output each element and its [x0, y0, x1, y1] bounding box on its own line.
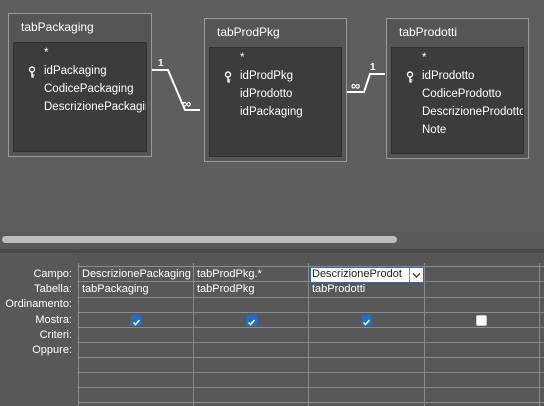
row-label-campo: Campo:	[33, 268, 72, 280]
relation-many-label: ∞	[182, 96, 192, 111]
field-item[interactable]: idProdotto	[392, 68, 523, 86]
primary-key-icon	[224, 71, 232, 83]
tabella-cell[interactable]: tabProdPkg	[197, 283, 307, 295]
grid-line	[78, 312, 544, 313]
field-list: * idProdPkg idProdotto idPackaging	[209, 47, 342, 157]
scrollbar-thumb[interactable]	[2, 236, 397, 243]
checkmark-icon	[247, 319, 256, 326]
chevron-down-icon	[412, 273, 421, 278]
grid-line	[193, 263, 194, 406]
field-item[interactable]: idPackaging	[210, 104, 341, 122]
grid-line	[78, 387, 544, 388]
grid-line	[78, 297, 544, 298]
table-box-tabpackaging[interactable]: tabPackaging * idPackaging CodicePackagi…	[8, 13, 152, 157]
row-label-tabella: Tabella:	[34, 283, 72, 295]
tabella-cell[interactable]: tabProdotti	[312, 283, 422, 295]
mostra-checkbox[interactable]	[361, 315, 372, 326]
campo-input[interactable]: DescrizioneProdot	[312, 268, 408, 280]
horizontal-scrollbar[interactable]	[0, 233, 544, 245]
row-label-criteri: Criteri:	[39, 329, 72, 341]
field-item[interactable]: DescrizionePackaging	[14, 99, 146, 117]
mostra-checkbox[interactable]	[131, 315, 142, 326]
field-item[interactable]: *	[14, 45, 146, 63]
field-item[interactable]: CodicePackaging	[14, 81, 146, 99]
grid-line	[78, 372, 544, 373]
relation-one-label: 1	[158, 58, 164, 69]
grid-line	[539, 263, 540, 406]
checkmark-icon	[132, 319, 141, 326]
row-label-mostra: Mostra:	[35, 314, 72, 326]
tabella-cell[interactable]: tabPackaging	[82, 283, 192, 295]
grid-line	[424, 263, 425, 406]
relation-many-label: ∞	[351, 78, 361, 93]
grid-line	[78, 327, 544, 328]
checkmark-icon	[362, 319, 371, 326]
campo-cell[interactable]: tabProdPkg.*	[197, 268, 307, 280]
field-item[interactable]: *	[392, 50, 523, 68]
campo-cell[interactable]: DescrizionePackaging	[82, 268, 192, 280]
row-label-oppure: Oppure:	[32, 344, 72, 356]
field-list: * idPackaging CodicePackaging Descrizion…	[13, 42, 147, 152]
grid-line	[78, 402, 544, 403]
primary-key-icon	[28, 66, 36, 78]
relation-line-packaging	[150, 69, 200, 111]
query-design-grid: Campo: Tabella: Ordinamento: Mostra: Cri…	[0, 253, 544, 406]
field-item[interactable]: DescrizioneProdotto	[392, 104, 523, 122]
field-item[interactable]: idProdPkg	[210, 68, 341, 86]
table-title: tabProdotti	[399, 25, 458, 39]
query-design-tables-area: 1 ∞ ∞ 1 tabPackaging * idPackaging Codic…	[0, 0, 544, 232]
mostra-checkbox[interactable]	[476, 315, 487, 326]
field-item[interactable]: *	[210, 50, 341, 68]
primary-key-icon	[406, 71, 414, 83]
table-box-tabprodpkg[interactable]: tabProdPkg * idProdPkg idProdotto idPack…	[204, 18, 347, 162]
mostra-checkbox[interactable]	[246, 315, 257, 326]
field-item[interactable]: idPackaging	[14, 63, 146, 81]
field-list: * idProdotto CodiceProdotto DescrizioneP…	[391, 47, 524, 154]
field-item[interactable]: CodiceProdotto	[392, 86, 523, 104]
grid-line	[78, 357, 544, 358]
campo-combobox[interactable]: DescrizioneProdot	[310, 267, 424, 283]
relation-one-label: 1	[370, 62, 376, 73]
dropdown-button[interactable]	[409, 268, 423, 282]
grid-line	[78, 263, 79, 406]
column-selector-bar[interactable]	[78, 253, 544, 263]
grid-line	[308, 263, 309, 406]
grid-line	[78, 342, 544, 343]
table-box-tabprodotti[interactable]: tabProdotti * idProdotto CodiceProdotto …	[386, 18, 529, 159]
table-title: tabPackaging	[21, 20, 94, 34]
field-item[interactable]: Note	[392, 122, 523, 140]
field-item[interactable]: idProdotto	[210, 86, 341, 104]
row-label-ordinamento: Ordinamento:	[5, 298, 72, 310]
table-title: tabProdPkg	[217, 25, 280, 39]
